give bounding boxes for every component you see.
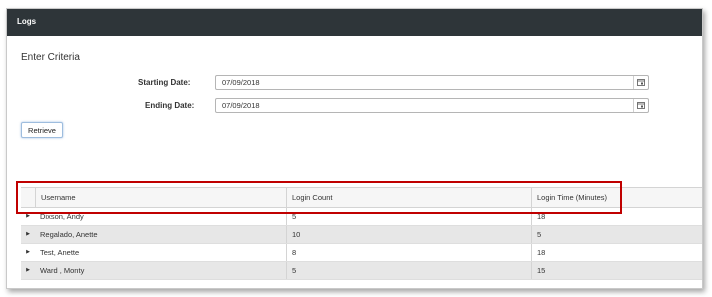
expand-arrow-icon[interactable]: ▶: [21, 244, 35, 261]
cell-username: Ward , Monty: [40, 266, 85, 275]
ending-date-input[interactable]: 07/09/2018: [215, 98, 649, 113]
retrieve-button[interactable]: Retrieve: [21, 122, 63, 138]
cell-login-count: 10: [286, 226, 531, 243]
window-titlebar: Logs: [7, 9, 702, 36]
highlight-annotation-box: [16, 181, 622, 214]
cell-username: Test, Anette: [40, 248, 80, 257]
criteria-heading: Enter Criteria: [21, 52, 80, 63]
expand-arrow-icon[interactable]: ▶: [21, 262, 35, 279]
window-title: Logs: [17, 17, 37, 26]
cell-login-count: 5: [286, 262, 531, 279]
cell-login-count: 8: [286, 244, 531, 261]
calendar-icon[interactable]: [633, 76, 648, 89]
ending-date-label: Ending Date:: [145, 101, 195, 110]
table-row[interactable]: ▶ Test, Anette 8 18: [21, 244, 702, 262]
starting-date-value: 07/09/2018: [222, 78, 260, 87]
cell-login-time: 5: [531, 226, 702, 243]
ending-date-value: 07/09/2018: [222, 101, 260, 110]
logs-window: Logs Enter Criteria Starting Date: 07/09…: [6, 8, 703, 289]
cell-login-time: 15: [531, 262, 702, 279]
cell-username: Regalado, Anette: [40, 230, 98, 239]
cell-login-time: 18: [531, 244, 702, 261]
starting-date-label: Starting Date:: [138, 78, 191, 87]
expand-arrow-icon[interactable]: ▶: [21, 226, 35, 243]
starting-date-input[interactable]: 07/09/2018: [215, 75, 649, 90]
table-row[interactable]: ▶ Ward , Monty 5 15: [21, 262, 702, 280]
table-row[interactable]: ▶ Regalado, Anette 10 5: [21, 226, 702, 244]
calendar-icon[interactable]: [633, 99, 648, 112]
